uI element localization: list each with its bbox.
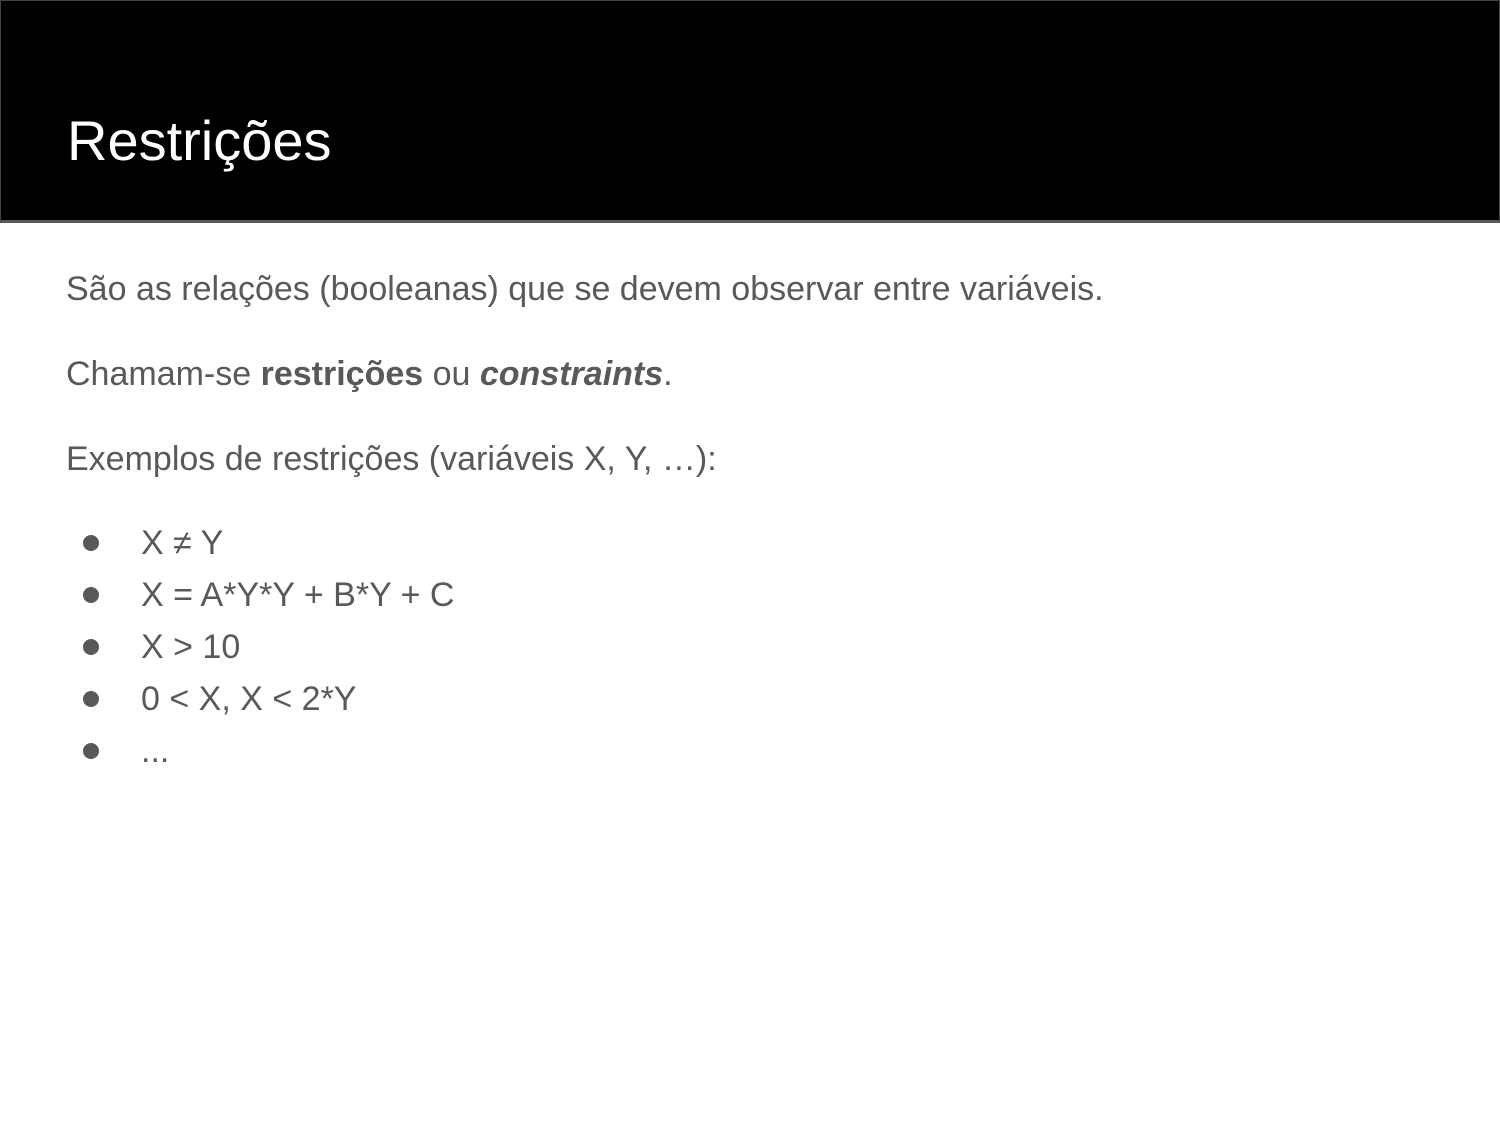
example-text: 0 < X, X < 2*Y — [141, 680, 357, 718]
bullet-icon — [83, 639, 99, 655]
naming-prefix: Chamam-se — [66, 355, 261, 393]
list-item: ... — [66, 731, 454, 783]
list-item: 0 < X, X < 2*Y — [66, 679, 454, 731]
bullet-icon — [83, 743, 99, 759]
example-text: X > 10 — [141, 628, 241, 666]
examples-heading: Exemplos de restrições (variáveis X, Y, … — [66, 440, 717, 478]
examples-list: X ≠ Y X = A*Y*Y + B*Y + C X > 10 0 < X, … — [66, 523, 454, 783]
example-text: X ≠ Y — [141, 524, 224, 562]
list-item: X = A*Y*Y + B*Y + C — [66, 575, 454, 627]
example-text: X = A*Y*Y + B*Y + C — [141, 576, 455, 614]
slide-title: Restrições — [67, 109, 332, 172]
naming-middle: ou — [423, 355, 480, 393]
list-item: X > 10 — [66, 627, 454, 679]
naming-suffix: . — [663, 355, 673, 393]
bullet-icon — [83, 587, 99, 603]
example-text: ... — [141, 732, 170, 770]
bullet-icon — [83, 535, 99, 551]
bullet-icon — [83, 691, 99, 707]
term-constraints: constraints — [479, 355, 664, 393]
list-item: X ≠ Y — [66, 523, 454, 575]
intro-text: São as relações (booleanas) que se devem… — [66, 270, 1104, 308]
title-bar: Restrições — [0, 0, 1500, 223]
term-restricoes: restrições — [260, 355, 424, 393]
naming-text: Chamam-se restrições ou constraints. — [66, 357, 673, 391]
